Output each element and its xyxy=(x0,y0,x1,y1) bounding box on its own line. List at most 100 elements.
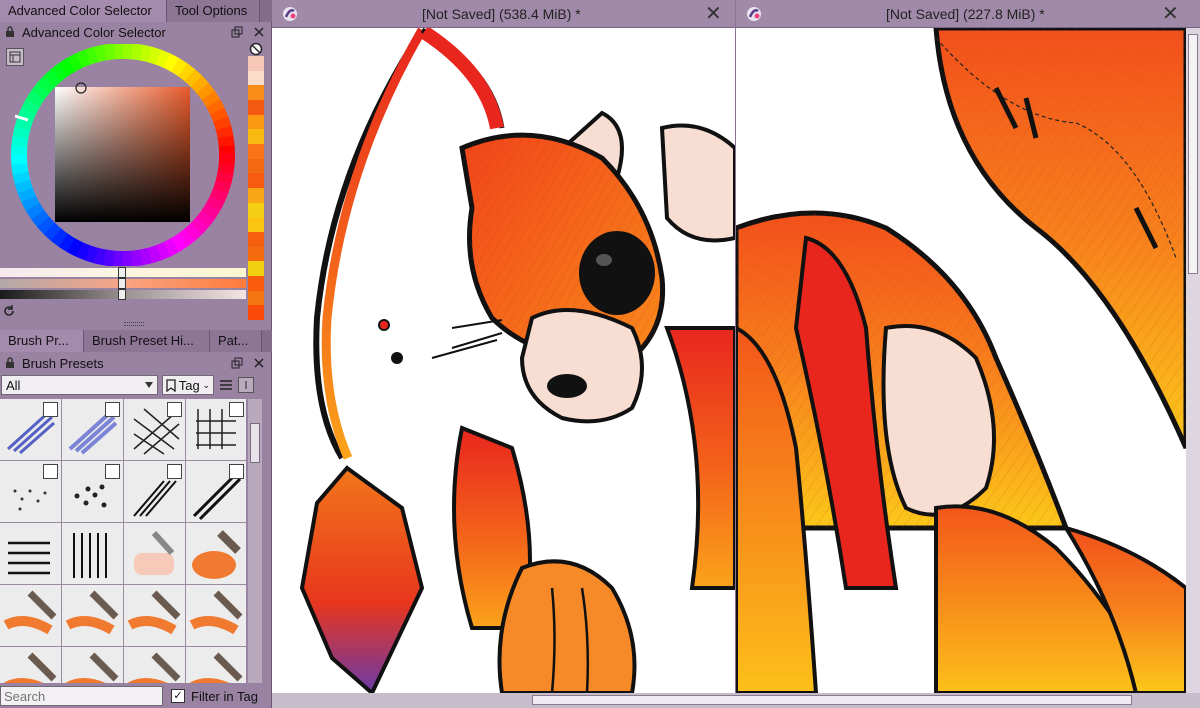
brush-preset-tile[interactable] xyxy=(124,461,185,522)
view-title-1: [Not Saved] (538.4 MiB) * xyxy=(422,5,581,22)
krita-icon xyxy=(283,7,297,21)
lock-icon[interactable] xyxy=(4,357,16,369)
color-swatch[interactable] xyxy=(248,202,264,218)
krita-window: Advanced Color Selector Tool Options Adv… xyxy=(0,0,1200,708)
brush-preset-tile[interactable] xyxy=(0,399,61,460)
brush-preset-tile[interactable] xyxy=(186,647,246,683)
color-swatch[interactable] xyxy=(248,85,264,100)
color-dock-tabs: Advanced Color Selector Tool Options xyxy=(0,0,272,22)
saturation-slider[interactable] xyxy=(0,278,246,289)
color-swatch[interactable] xyxy=(248,261,264,276)
lock-icon[interactable] xyxy=(4,26,16,38)
view-mode-icon[interactable] xyxy=(238,377,254,393)
color-swatch[interactable] xyxy=(248,99,264,115)
brush-filter-row: All Tag ⌄ xyxy=(0,374,272,396)
brush-preset-tile[interactable] xyxy=(124,523,185,584)
canvas-view-1[interactable] xyxy=(272,28,735,693)
chevron-down-icon: ⌄ xyxy=(202,379,210,390)
color-swatch[interactable] xyxy=(248,158,264,174)
brush-engine-icon xyxy=(229,464,244,479)
color-swatch[interactable] xyxy=(248,114,264,130)
brush-scrollbar[interactable] xyxy=(248,399,262,683)
canvas-view-2[interactable] xyxy=(736,28,1186,693)
brush-engine-icon xyxy=(43,402,58,417)
color-wheel[interactable] xyxy=(10,44,236,266)
view-title-bar-1[interactable]: [Not Saved] (538.4 MiB) * ✕ xyxy=(272,0,735,28)
search-input[interactable] xyxy=(0,686,163,706)
brush-engine-icon xyxy=(105,464,120,479)
brush-engine-icon xyxy=(167,464,182,479)
tab-tool-options[interactable]: Tool Options xyxy=(167,0,260,22)
horizontal-scrollbar[interactable] xyxy=(272,693,1200,708)
brush-preset-tile[interactable] xyxy=(186,523,246,584)
brush-preset-tile[interactable] xyxy=(186,585,246,646)
brush-preset-tile[interactable] xyxy=(0,461,61,522)
color-swatch[interactable] xyxy=(248,70,264,86)
brush-preset-tile[interactable] xyxy=(186,461,246,522)
lightness-slider[interactable] xyxy=(0,267,246,278)
brush-preset-tile[interactable] xyxy=(186,399,246,460)
close-icon[interactable] xyxy=(252,25,266,39)
color-swatch[interactable] xyxy=(248,275,264,291)
splitter-handle[interactable] xyxy=(124,322,144,326)
color-swatch[interactable] xyxy=(248,187,264,203)
vertical-scrollbar[interactable] xyxy=(1186,28,1200,693)
brush-preset-tile[interactable] xyxy=(62,647,123,683)
color-swatch[interactable] xyxy=(248,129,264,144)
float-icon[interactable] xyxy=(230,25,244,39)
tab-brush-presets[interactable]: Brush Pr... xyxy=(0,330,84,352)
color-panel-title: Advanced Color Selector xyxy=(22,24,166,40)
tab-brush-preset-history[interactable]: Brush Preset Hi... xyxy=(84,330,210,352)
brush-preset-tile[interactable] xyxy=(62,461,123,522)
color-swatch[interactable] xyxy=(248,56,264,71)
brush-engine-icon xyxy=(105,402,120,417)
color-swatch[interactable] xyxy=(248,173,264,188)
brush-filter-select[interactable]: All xyxy=(1,375,158,395)
brush-preset-grid xyxy=(0,399,246,683)
brush-panel-header: Brush Presets xyxy=(0,353,272,373)
view-title-bar-2[interactable]: [Not Saved] (227.8 MiB) * ✕ xyxy=(736,0,1200,28)
brush-preset-tile[interactable] xyxy=(62,585,123,646)
color-swatch[interactable] xyxy=(248,143,264,159)
color-history-strip[interactable] xyxy=(248,56,264,320)
brush-engine-icon xyxy=(167,402,182,417)
brush-preset-tile[interactable] xyxy=(62,523,123,584)
brush-dock-tabs: Brush Pr... Brush Preset Hi... Pat... xyxy=(0,330,272,352)
tag-label: Tag xyxy=(178,377,200,393)
menu-icon[interactable] xyxy=(218,377,234,393)
color-swatch[interactable] xyxy=(248,305,264,320)
refresh-icon[interactable] xyxy=(2,304,16,318)
brush-engine-icon xyxy=(43,464,58,479)
close-icon[interactable]: ✕ xyxy=(1162,1,1179,26)
krita-icon xyxy=(747,7,761,21)
view-title-2: [Not Saved] (227.8 MiB) * xyxy=(886,5,1045,22)
filter-value: All xyxy=(6,377,21,393)
filter-in-tag-checkbox[interactable]: ✓ xyxy=(171,689,185,703)
color-swatch[interactable] xyxy=(248,231,264,247)
brush-engine-icon xyxy=(229,402,244,417)
brush-search-row: ✓ Filter in Tag xyxy=(0,684,272,708)
brush-preset-tile[interactable] xyxy=(124,647,185,683)
close-icon[interactable]: ✕ xyxy=(705,1,722,26)
tag-button[interactable]: Tag ⌄ xyxy=(162,375,214,395)
bookmark-icon xyxy=(166,378,176,392)
tab-patterns[interactable]: Pat... xyxy=(210,330,262,352)
color-panel-header: Advanced Color Selector xyxy=(0,22,272,42)
close-icon[interactable] xyxy=(252,356,266,370)
value-slider[interactable] xyxy=(0,289,246,300)
brush-preset-tile[interactable] xyxy=(124,399,185,460)
brush-preset-tile[interactable] xyxy=(124,585,185,646)
filter-in-tag-label: Filter in Tag xyxy=(191,688,258,704)
brush-preset-tile[interactable] xyxy=(0,585,61,646)
color-swatch[interactable] xyxy=(248,217,264,232)
color-swatch[interactable] xyxy=(248,290,264,306)
brush-preset-tile[interactable] xyxy=(62,399,123,460)
brush-preset-tile[interactable] xyxy=(0,647,61,683)
brush-preset-tile[interactable] xyxy=(0,523,61,584)
brush-panel-title: Brush Presets xyxy=(22,355,104,371)
color-swatch[interactable] xyxy=(248,246,264,262)
left-docker: Advanced Color Selector Tool Options Adv… xyxy=(0,0,272,708)
no-color-icon[interactable] xyxy=(249,42,263,56)
tab-advanced-color-selector[interactable]: Advanced Color Selector xyxy=(0,0,167,22)
float-icon[interactable] xyxy=(230,356,244,370)
